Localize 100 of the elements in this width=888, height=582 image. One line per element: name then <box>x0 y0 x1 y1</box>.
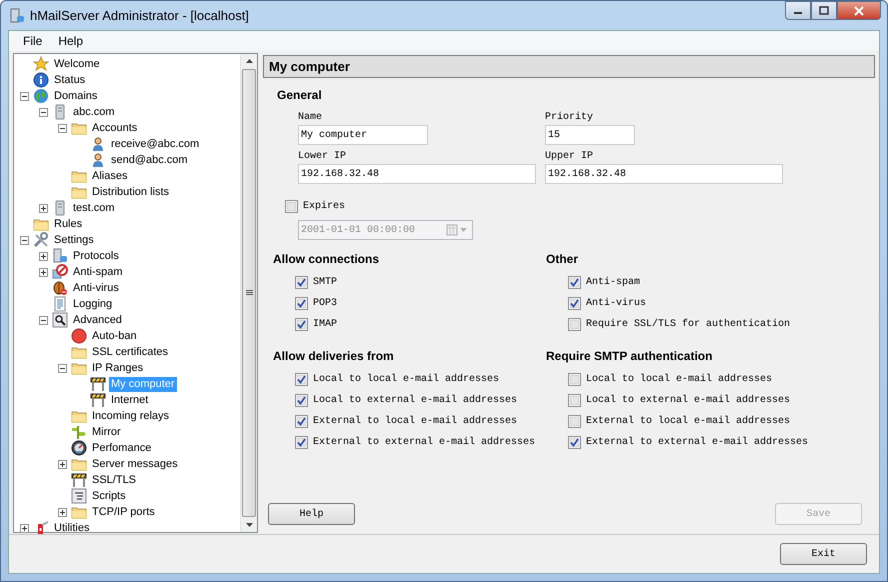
exit-button[interactable]: Exit <box>780 543 867 565</box>
expand-button[interactable] <box>39 268 48 276</box>
scroll-up-icon[interactable] <box>246 59 252 63</box>
scroll-down-icon[interactable] <box>246 523 252 527</box>
minimize-button[interactable] <box>785 1 811 20</box>
tree-item[interactable]: send@abc.com <box>109 152 190 168</box>
tree-item[interactable]: TCP/IP ports <box>90 504 157 520</box>
list-icon <box>71 488 87 504</box>
tree-item[interactable]: Welcome <box>52 56 102 72</box>
tree-item[interactable]: Anti-spam <box>71 264 125 280</box>
tree-item[interactable]: Logging <box>71 296 114 312</box>
expand-button[interactable] <box>39 204 48 212</box>
checkbox-label: Expires <box>303 200 346 212</box>
menu-item[interactable]: File <box>15 32 50 50</box>
app-icon <box>9 8 25 24</box>
tree-item[interactable]: Internet <box>109 392 150 408</box>
tree-item[interactable]: Perfomance <box>90 440 154 456</box>
expand-button[interactable] <box>58 460 67 468</box>
collapse-button[interactable] <box>58 124 67 132</box>
help-button[interactable]: Help <box>268 503 355 525</box>
collapse-button[interactable] <box>20 92 29 100</box>
maximize-icon <box>819 6 829 15</box>
tree-item[interactable]: Distribution lists <box>90 184 172 200</box>
globe-icon <box>33 88 49 104</box>
input-field[interactable]: 192.168.32.48 <box>298 164 536 184</box>
tree-item[interactable]: Server messages <box>90 456 180 472</box>
tools-icon <box>33 232 49 248</box>
maximize-button[interactable] <box>811 1 837 20</box>
expand-button[interactable] <box>39 252 48 260</box>
scrollbar[interactable] <box>240 54 257 532</box>
tree-item[interactable]: Rules <box>52 216 84 232</box>
tree-item[interactable]: Settings <box>52 232 96 248</box>
tree-item[interactable]: Advanced <box>71 312 124 328</box>
tree-item[interactable]: Status <box>52 72 88 88</box>
field-label: Upper IP <box>545 151 594 164</box>
checkbox[interactable] <box>568 415 581 428</box>
star-icon <box>33 56 49 72</box>
barrier-icon <box>90 392 106 408</box>
section-heading: Other <box>546 252 580 266</box>
collapse-button[interactable] <box>39 108 48 116</box>
checkbox[interactable] <box>568 436 581 449</box>
checkbox[interactable] <box>295 318 308 331</box>
input-field[interactable]: 192.168.32.48 <box>545 164 783 184</box>
collapse-button[interactable] <box>58 364 67 372</box>
checkbox[interactable] <box>295 297 308 310</box>
bug-icon <box>52 280 68 296</box>
user-icon <box>90 152 106 168</box>
tree-item[interactable]: Mirror <box>90 424 123 440</box>
collapse-button[interactable] <box>20 236 29 244</box>
panel-title: My computer <box>263 55 875 78</box>
menu-item[interactable]: Help <box>50 32 92 50</box>
checkbox-label: External to local e-mail addresses <box>313 416 518 427</box>
gauge-icon <box>71 440 87 456</box>
input-field[interactable]: My computer <box>298 125 428 145</box>
checkbox[interactable] <box>295 415 308 428</box>
tree-item[interactable]: SSL certificates <box>90 344 170 360</box>
tree-item[interactable]: Auto-ban <box>90 328 139 344</box>
checkbox[interactable] <box>568 297 581 310</box>
info-icon <box>33 72 49 88</box>
tree-item[interactable]: Anti-virus <box>71 280 121 296</box>
checkbox-label: Local to local e-mail addresses <box>313 374 500 385</box>
tree-item[interactable]: Incoming relays <box>90 408 172 424</box>
tree-item[interactable]: Domains <box>52 88 100 104</box>
input-field[interactable]: 15 <box>545 125 635 145</box>
tree-item[interactable]: IP Ranges <box>90 360 146 376</box>
scroll-thumb[interactable] <box>242 69 256 517</box>
no-entry-icon <box>52 264 68 280</box>
tree-item[interactable]: Aliases <box>90 168 130 184</box>
tree-item[interactable]: abc.com <box>71 104 117 120</box>
section-heading: Require SMTP authentication <box>546 349 714 363</box>
checkbox[interactable] <box>568 318 581 331</box>
tree-item[interactable]: test.com <box>71 200 117 216</box>
grip-icon <box>246 290 252 296</box>
checkbox[interactable] <box>295 373 308 386</box>
checkbox[interactable] <box>285 200 298 212</box>
checkbox-label: Anti-spam <box>586 277 640 288</box>
tree-item[interactable]: SSL/TLS <box>90 472 138 488</box>
checkbox[interactable] <box>295 394 308 407</box>
tree-item[interactable]: Utilities <box>52 520 92 536</box>
checkbox[interactable] <box>568 276 581 289</box>
tree-item[interactable]: Protocols <box>71 248 121 264</box>
field-label: Name <box>298 112 324 125</box>
checkbox[interactable] <box>295 276 308 289</box>
tree-item[interactable]: receive@abc.com <box>109 136 202 152</box>
section-heading: General <box>277 88 323 102</box>
checkbox-label: IMAP <box>313 319 338 330</box>
close-button[interactable] <box>837 1 881 20</box>
expand-button[interactable] <box>20 524 29 532</box>
tree-item[interactable]: Accounts <box>90 120 140 136</box>
checkbox[interactable] <box>295 436 308 449</box>
window-title: hMailServer Administrator - [localhost] <box>30 8 250 23</box>
barrier-icon <box>90 376 106 392</box>
collapse-button[interactable] <box>39 316 48 324</box>
close-icon <box>853 6 865 16</box>
barrier-icon <box>71 472 87 488</box>
checkbox[interactable] <box>568 373 581 386</box>
expand-button[interactable] <box>58 508 67 516</box>
checkbox-label: External to local e-mail addresses <box>586 416 790 427</box>
tree-item[interactable]: Scripts <box>90 488 128 504</box>
checkbox[interactable] <box>568 394 581 407</box>
